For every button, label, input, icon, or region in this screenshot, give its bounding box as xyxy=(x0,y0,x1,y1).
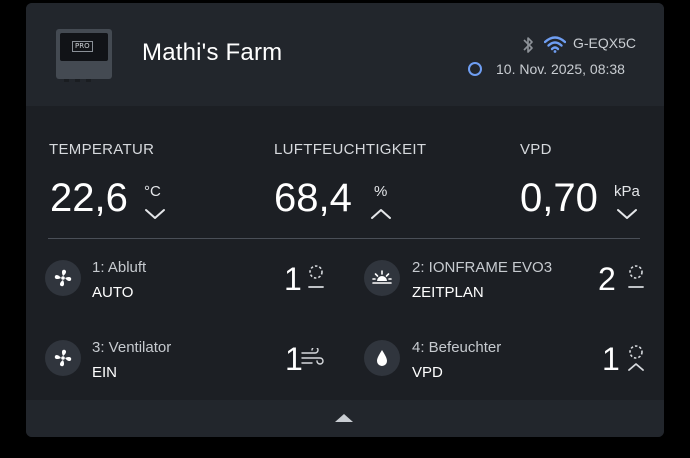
device-model-label: PRO xyxy=(72,41,93,52)
humidity-unit: % xyxy=(374,183,388,200)
outlet-2-name[interactable]: 2: IONFRAME EVO3 xyxy=(412,259,552,276)
divider xyxy=(48,238,640,239)
vpd-unit: kPa xyxy=(614,183,640,200)
outlet-3-mode: EIN xyxy=(92,364,118,381)
humidity-value[interactable]: 68,4 xyxy=(274,176,352,221)
chevron-down-icon xyxy=(617,209,637,219)
vpd-label: VPD xyxy=(520,141,552,158)
standby-icon xyxy=(308,265,324,288)
wind-icon xyxy=(301,348,324,365)
controller-card[interactable]: PRO Mathi's Farm G-EQX5C 10. Nov. 2025, … xyxy=(26,3,664,437)
wifi-icon xyxy=(544,36,566,53)
outlet-2-level[interactable]: 2 xyxy=(598,261,616,298)
sunrise-icon xyxy=(364,260,400,296)
temperature-label: TEMPERATUR xyxy=(49,141,155,158)
page-title[interactable]: Mathi's Farm xyxy=(142,39,282,67)
fan-icon xyxy=(45,340,81,376)
collapse-bar[interactable] xyxy=(26,400,664,437)
bluetooth-icon xyxy=(523,37,533,53)
temperature-unit: °C xyxy=(144,183,161,200)
collapse-arrow-icon[interactable] xyxy=(335,414,353,422)
fan-icon xyxy=(45,260,81,296)
outlet-1-level[interactable]: 1 xyxy=(284,261,302,298)
temperature-value[interactable]: 22,6 xyxy=(50,176,128,221)
outlet-1-name[interactable]: 1: Abluft xyxy=(92,259,146,276)
vpd-value[interactable]: 0,70 xyxy=(520,176,598,221)
outlet-2-mode: ZEITPLAN xyxy=(412,284,484,301)
outlet-1-mode: AUTO xyxy=(92,284,134,301)
datetime: 10. Nov. 2025, 08:38 xyxy=(496,61,625,77)
standby-icon xyxy=(628,265,644,288)
outlet-4-name[interactable]: 4: Befeuchter xyxy=(412,339,501,356)
outlet-4-level[interactable]: 1 xyxy=(602,341,620,378)
outlet-4-mode: VPD xyxy=(412,364,443,381)
chevron-up-icon xyxy=(371,209,391,219)
chevron-down-icon xyxy=(145,209,165,219)
device-image: PRO xyxy=(56,29,112,82)
droplet-icon xyxy=(364,340,400,376)
outlet-3-name[interactable]: 3: Ventilator xyxy=(92,339,171,356)
device-id: G-EQX5C xyxy=(573,35,637,51)
humidity-label: LUFTFEUCHTIGKEIT xyxy=(274,141,427,158)
standby-up-icon xyxy=(628,345,644,371)
card-header: PRO Mathi's Farm G-EQX5C 10. Nov. 2025, … xyxy=(26,3,664,106)
connection-status-icon xyxy=(468,62,482,76)
